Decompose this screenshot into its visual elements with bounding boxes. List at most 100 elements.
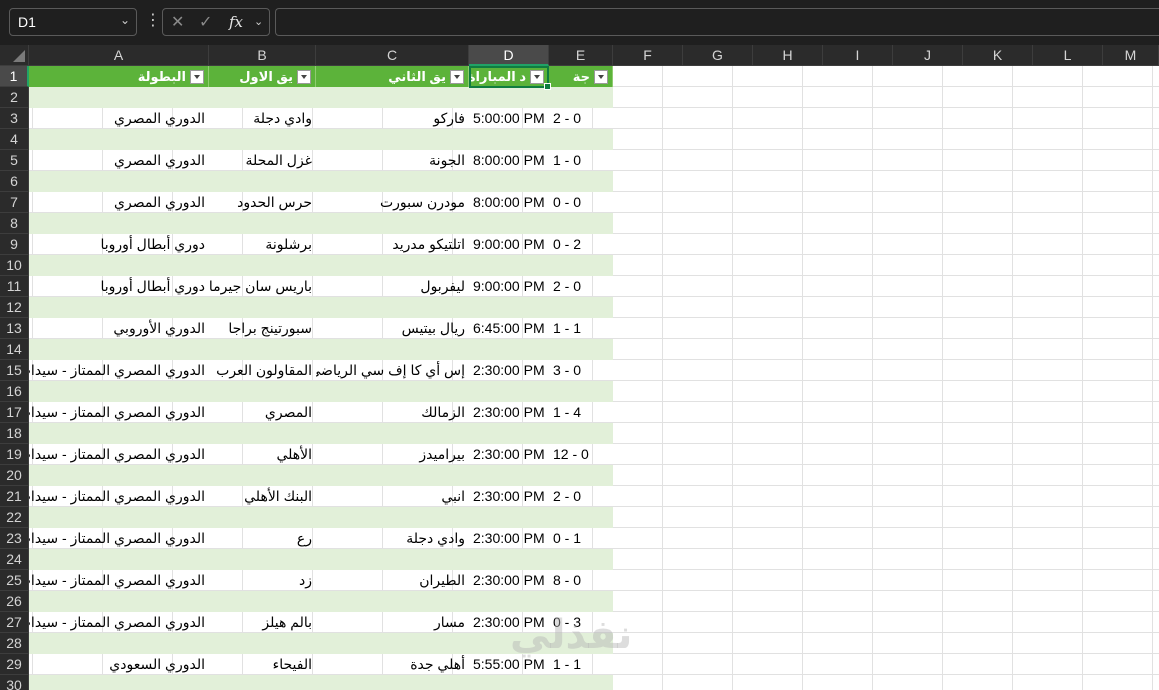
table-cell[interactable]: الدوري المصري [29,150,209,171]
row-header-20[interactable]: 20 [0,465,29,486]
name-box[interactable]: D1 ⌄ [9,8,137,36]
table-cell[interactable]: الدوري المصري [29,108,209,129]
table-cell[interactable]: برشلونة [209,234,316,255]
row-header-19[interactable]: 19 [0,444,29,465]
column-header-a[interactable]: A [29,45,209,66]
row-header-28[interactable]: 28 [0,633,29,654]
row-header-7[interactable]: 7 [0,192,29,213]
column-header-h[interactable]: H [753,45,823,66]
row-header-4[interactable]: 4 [0,129,29,150]
table-cell[interactable]: الدوري المصري [29,192,209,213]
table-cell[interactable]: 0 - 2 [549,234,613,255]
table-cell[interactable]: 3 - 0 [549,360,613,381]
table-cell[interactable]: 2 - 0 [549,276,613,297]
table-cell[interactable]: 2:30:00 PM [469,360,549,381]
table-cell[interactable]: اتلتيكو مدريد [316,234,469,255]
table-cell[interactable]: الدوري المصري الممتاز - سيدات [29,612,209,633]
filter-dropdown-icon[interactable] [297,70,311,84]
row-header-10[interactable]: 10 [0,255,29,276]
table-cell[interactable]: الدوري الأوروبي [29,318,209,339]
table-cell[interactable]: الجونة [316,150,469,171]
table-cell[interactable]: الأهلي [209,444,316,465]
table-cell[interactable]: الدوري المصري الممتاز - سيدات [29,486,209,507]
row-header-27[interactable]: 27 [0,612,29,633]
row-header-8[interactable]: 8 [0,213,29,234]
row-header-18[interactable]: 18 [0,423,29,444]
table-cell[interactable]: 2:30:00 PM [469,570,549,591]
table-cell[interactable]: 1 - 0 [549,150,613,171]
row-header-9[interactable]: 9 [0,234,29,255]
table-cell[interactable]: المصري [209,402,316,423]
column-header-f[interactable]: F [613,45,683,66]
row-header-22[interactable]: 22 [0,507,29,528]
row-header-29[interactable]: 29 [0,654,29,675]
row-header-5[interactable]: 5 [0,150,29,171]
row-header-17[interactable]: 17 [0,402,29,423]
column-header-e[interactable]: E [549,45,613,66]
table-header-a[interactable]: البطولة [29,66,209,87]
table-cell[interactable]: الدوري المصري الممتاز - سيدات [29,528,209,549]
table-cell[interactable]: باريس سان جيرمان [209,276,316,297]
table-cell[interactable]: 5:00:00 PM [469,108,549,129]
table-cell[interactable]: 0 - 1 [549,528,613,549]
table-cell[interactable]: 2:30:00 PM [469,402,549,423]
row-header-21[interactable]: 21 [0,486,29,507]
row-header-30[interactable]: 30 [0,675,29,690]
row-header-1[interactable]: 1 [0,66,29,87]
formula-input[interactable] [275,8,1159,36]
table-cell[interactable]: 8 - 0 [549,570,613,591]
table-cell[interactable]: 2:30:00 PM [469,486,549,507]
table-cell[interactable]: الزمالك [316,402,469,423]
table-cell[interactable]: الدوري المصري الممتاز - سيدات [29,360,209,381]
table-cell[interactable]: الدوري المصري الممتاز - سيدات [29,570,209,591]
row-header-14[interactable]: 14 [0,339,29,360]
more-options-icon[interactable]: ⋮ [145,10,161,30]
cancel-icon[interactable]: ✕ [171,12,184,32]
table-cell[interactable]: بالم هيلز [209,612,316,633]
column-header-m[interactable]: M [1103,45,1159,66]
table-cell[interactable]: 2:30:00 PM [469,444,549,465]
table-cell[interactable]: 9:00:00 PM [469,234,549,255]
row-header-15[interactable]: 15 [0,360,29,381]
filter-dropdown-icon[interactable] [190,70,204,84]
filter-dropdown-icon[interactable] [530,70,544,84]
table-cell[interactable]: المقاولون العرب [209,360,316,381]
table-cell[interactable]: وادي دجلة [316,528,469,549]
check-icon[interactable]: ✓ [199,12,212,32]
table-cell[interactable]: البنك الأهلي [209,486,316,507]
table-cell[interactable]: مودرن سبورت [316,192,469,213]
table-cell[interactable]: 12 - 0 [549,444,613,465]
chevron-down-icon[interactable]: ⌄ [254,15,263,28]
table-cell[interactable]: الفيحاء [209,654,316,675]
table-cell[interactable]: حرس الحدود [209,192,316,213]
row-header-12[interactable]: 12 [0,297,29,318]
table-cell[interactable]: رع [209,528,316,549]
table-cell[interactable]: مسار [316,612,469,633]
column-header-g[interactable]: G [683,45,753,66]
table-cell[interactable]: فاركو [316,108,469,129]
column-header-k[interactable]: K [963,45,1033,66]
insert-function-icon[interactable]: fx [229,13,243,31]
table-cell[interactable]: 2:30:00 PM [469,528,549,549]
table-cell[interactable]: الدوري المصري الممتاز - سيدات [29,402,209,423]
table-cell[interactable]: دوري أبطال أوروبا [29,234,209,255]
table-cell[interactable]: دوري أبطال أوروبا [29,276,209,297]
table-cell[interactable]: 0 - 0 [549,192,613,213]
row-header-6[interactable]: 6 [0,171,29,192]
column-header-d[interactable]: D [469,45,549,66]
row-header-25[interactable]: 25 [0,570,29,591]
table-cell[interactable]: ليفربول [316,276,469,297]
row-header-2[interactable]: 2 [0,87,29,108]
table-cell[interactable]: بيراميدز [316,444,469,465]
select-all-corner[interactable] [0,45,29,66]
table-cell[interactable]: 8:00:00 PM [469,192,549,213]
row-header-11[interactable]: 11 [0,276,29,297]
table-cell[interactable]: الطيران [316,570,469,591]
table-cell[interactable]: الدوري المصري الممتاز - سيدات [29,444,209,465]
column-header-l[interactable]: L [1033,45,1103,66]
filter-dropdown-icon[interactable] [450,70,464,84]
column-header-c[interactable]: C [316,45,469,66]
chevron-down-icon[interactable]: ⌄ [120,13,130,27]
table-cell[interactable]: ريال بيتيس [316,318,469,339]
table-header-c[interactable]: يق الثاني [316,66,469,87]
